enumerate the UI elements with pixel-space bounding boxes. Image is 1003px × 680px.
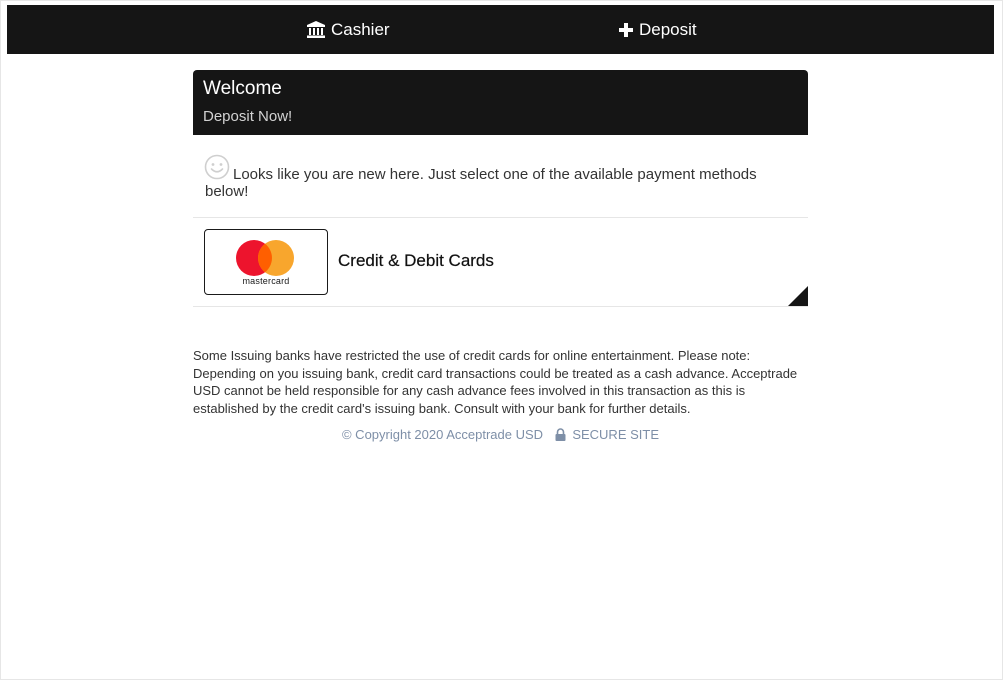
- footer: © Copyright 2020 Acceptrade USD SECURE S…: [193, 427, 808, 444]
- disclaimer-text: Some Issuing banks have restricted the u…: [193, 348, 798, 416]
- payment-method-credit-debit-cards[interactable]: mastercard Credit & Debit Cards: [193, 218, 808, 307]
- welcome-subtitle: Deposit Now!: [203, 108, 293, 125]
- plus-icon: [619, 22, 633, 37]
- copyright-text: © Copyright 2020 Acceptrade USD: [341, 427, 544, 442]
- nav-cashier[interactable]: Cashier: [307, 5, 390, 54]
- bank-icon: [307, 21, 325, 38]
- top-navigation: Cashier Deposit: [7, 5, 994, 54]
- nav-deposit-label: Deposit: [639, 19, 697, 39]
- nav-cashier-label: Cashier: [331, 19, 390, 39]
- payment-method-label: Credit & Debit Cards: [338, 251, 494, 270]
- nav-deposit[interactable]: Deposit: [619, 5, 697, 54]
- mastercard-logo: mastercard: [204, 229, 328, 295]
- intro-text: Looks like you are new here. Just select…: [205, 166, 757, 200]
- welcome-header: Welcome Deposit Now!: [193, 70, 808, 135]
- intro-message: Looks like you are new here. Just select…: [193, 150, 808, 218]
- secure-site-link[interactable]: SECURE SITE: [572, 427, 659, 442]
- lock-icon: [555, 428, 566, 444]
- mastercard-circles-icon: [236, 240, 294, 276]
- expand-corner-icon: [788, 286, 808, 306]
- mastercard-wordmark: mastercard: [242, 276, 290, 286]
- welcome-title: Welcome: [203, 78, 282, 99]
